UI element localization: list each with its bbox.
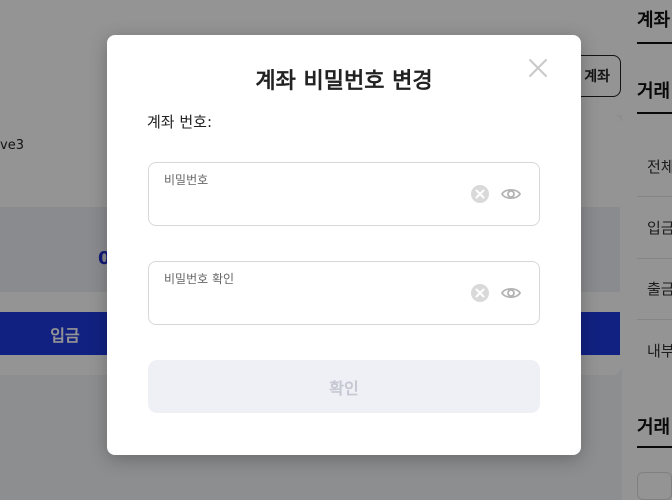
confirm-button[interactable]: 확인 (148, 360, 540, 413)
password-field[interactable]: 비밀번호 (148, 162, 540, 226)
account-number-label: 계좌 번호: (147, 113, 213, 131)
eye-icon[interactable] (500, 282, 522, 304)
password-field-label: 비밀번호 (164, 173, 209, 187)
password-confirm-input[interactable] (164, 290, 454, 314)
password-confirm-field-label: 비밀번호 확인 (164, 272, 235, 286)
clear-icon[interactable] (470, 283, 490, 303)
password-confirm-field[interactable]: 비밀번호 확인 (148, 261, 540, 325)
close-icon[interactable] (527, 57, 549, 79)
change-password-modal: 계좌 비밀번호 변경 계좌 번호: 비밀번호 비밀번호 확인 확인 (107, 35, 581, 455)
eye-icon[interactable] (500, 183, 522, 205)
account-number-row: 계좌 번호: (147, 111, 297, 132)
modal-title: 계좌 비밀번호 변경 (255, 69, 433, 94)
clear-icon[interactable] (470, 184, 490, 204)
password-input[interactable] (164, 191, 454, 215)
